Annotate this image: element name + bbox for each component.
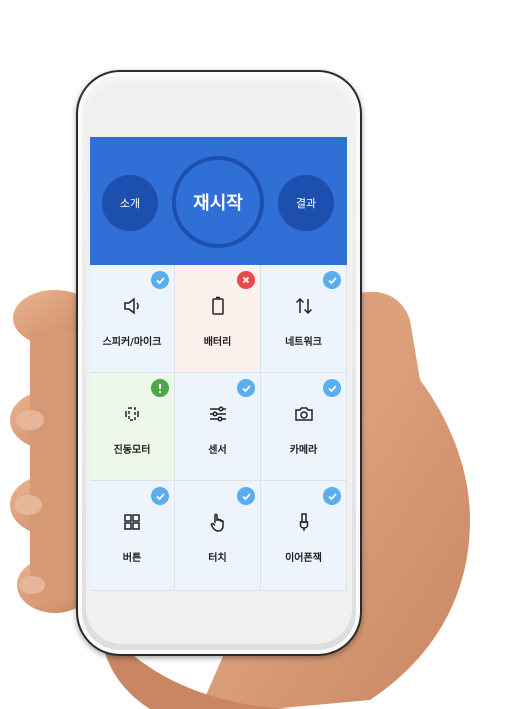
restart-button[interactable]: 재시작 <box>172 156 264 248</box>
test-cell-speaker[interactable]: 스피커/마이크 <box>90 265 175 373</box>
test-cell-network[interactable]: 네트워크 <box>261 265 347 373</box>
test-label: 카메라 <box>289 445 318 456</box>
test-label: 진동모터 <box>113 445 151 456</box>
app-screen: 소개 재시작 결과 스피커/마이크 배터리 네트워크 진동모터 센서 카메라 버… <box>90 137 347 591</box>
test-cell-touch[interactable]: 터치 <box>175 481 261 591</box>
test-cell-vibration[interactable]: 진동모터 <box>90 373 175 481</box>
test-cell-sensor[interactable]: 센서 <box>175 373 261 481</box>
result-button[interactable]: 결과 <box>278 175 334 231</box>
check-badge-icon <box>237 379 255 397</box>
up-down-arrows-icon <box>295 297 312 315</box>
warning-badge-icon <box>151 379 169 397</box>
check-badge-icon <box>151 487 169 505</box>
check-badge-icon <box>323 487 341 505</box>
test-cell-button[interactable]: 버튼 <box>90 481 175 591</box>
grid-icon <box>124 514 140 530</box>
camera-icon <box>294 407 313 421</box>
check-badge-icon <box>237 487 255 505</box>
earphone-jack-icon <box>299 513 308 531</box>
touch-hand-icon <box>210 513 224 532</box>
test-label: 버튼 <box>122 553 142 564</box>
test-grid: 스피커/마이크 배터리 네트워크 진동모터 센서 카메라 버튼 터치 이어폰잭 <box>90 265 347 591</box>
vibration-icon <box>125 407 139 421</box>
control-header: 소개 재시작 결과 <box>90 137 347 265</box>
test-cell-earphone[interactable]: 이어폰잭 <box>261 481 347 591</box>
test-label: 이어폰잭 <box>285 553 322 564</box>
test-cell-battery[interactable]: 배터리 <box>175 265 261 373</box>
test-cell-camera[interactable]: 카메라 <box>261 373 347 481</box>
test-label: 네트워크 <box>285 337 322 348</box>
test-label: 스피커/마이크 <box>102 337 162 348</box>
check-badge-icon <box>323 271 341 289</box>
restart-button-label: 재시작 <box>180 164 256 240</box>
speaker-icon <box>124 297 139 315</box>
intro-button[interactable]: 소개 <box>102 175 158 231</box>
battery-icon <box>211 296 224 315</box>
test-label: 센서 <box>208 445 227 456</box>
check-badge-icon <box>323 379 341 397</box>
test-label: 배터리 <box>203 337 232 348</box>
test-label: 터치 <box>208 553 227 564</box>
sliders-icon <box>209 406 226 422</box>
error-badge-icon <box>237 271 255 289</box>
check-badge-icon <box>151 271 169 289</box>
